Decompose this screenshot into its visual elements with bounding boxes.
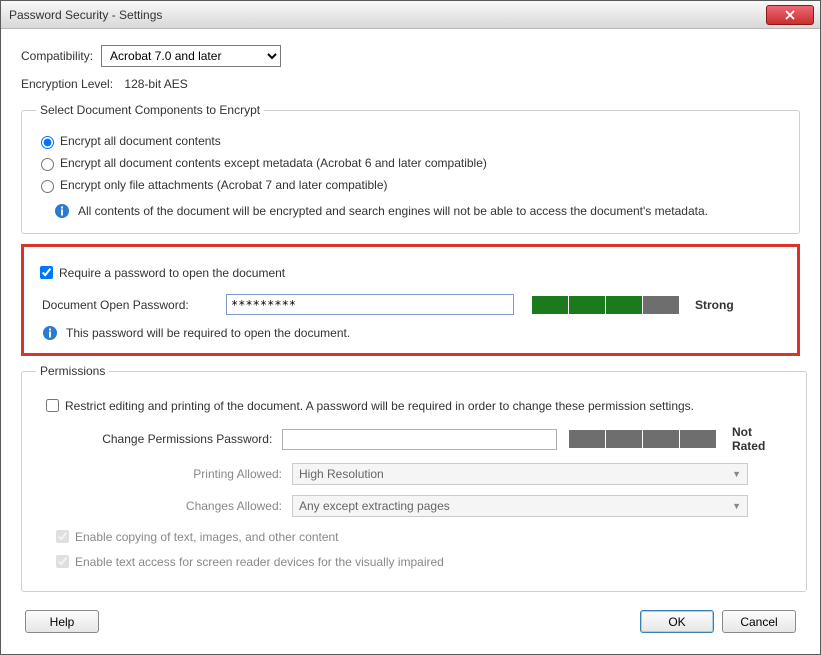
encrypt-components-group: Select Document Components to Encrypt En… <box>21 103 800 234</box>
changes-allowed-row: Changes Allowed: Any except extracting p… <box>42 495 786 517</box>
radio-encrypt-all-label: Encrypt all document contents <box>60 134 221 148</box>
encrypt-info-row: All contents of the document will be enc… <box>54 203 785 219</box>
changes-allowed-value: Any except extracting pages <box>299 499 450 513</box>
dialog-window: Password Security - Settings Compatibili… <box>0 0 821 655</box>
password-strength-label: Strong <box>695 298 734 312</box>
printing-allowed-select[interactable]: High Resolution ▼ <box>292 463 748 485</box>
printing-allowed-row: Printing Allowed: High Resolution ▼ <box>42 463 786 485</box>
enable-screen-reader-check[interactable]: Enable text access for screen reader dev… <box>52 552 786 571</box>
require-open-password-label: Require a password to open the document <box>59 266 285 280</box>
restrict-editing-label: Restrict editing and printing of the doc… <box>65 399 694 413</box>
radio-encrypt-attachments-input[interactable] <box>41 180 54 193</box>
permissions-legend: Permissions <box>36 364 109 378</box>
meter-segment <box>643 430 679 448</box>
meter-segment <box>606 296 642 314</box>
info-icon <box>54 203 70 219</box>
titlebar: Password Security - Settings <box>1 1 820 29</box>
chevron-down-icon: ▼ <box>732 501 741 511</box>
changes-allowed-select[interactable]: Any except extracting pages ▼ <box>292 495 748 517</box>
require-open-password-check[interactable]: Require a password to open the document <box>36 263 785 282</box>
radio-encrypt-except-meta-input[interactable] <box>41 158 54 171</box>
restrict-editing-input[interactable] <box>46 399 59 412</box>
permissions-password-meter <box>569 430 716 448</box>
meter-segment <box>680 430 716 448</box>
printing-allowed-label: Printing Allowed: <box>42 467 292 481</box>
meter-segment <box>569 430 605 448</box>
open-password-info-row: This password will be required to open t… <box>42 325 785 341</box>
change-permissions-password-label: Change Permissions Password: <box>42 432 282 446</box>
open-password-label: Document Open Password: <box>36 298 226 312</box>
encrypt-info-text: All contents of the document will be enc… <box>78 204 708 218</box>
chevron-down-icon: ▼ <box>732 469 741 479</box>
require-open-password-input[interactable] <box>40 266 53 279</box>
close-icon <box>785 10 795 20</box>
permissions-password-rating: Not Rated <box>732 425 786 453</box>
change-permissions-password-row: Change Permissions Password: Not Rated <box>42 425 786 453</box>
compatibility-row: Compatibility: Acrobat 7.0 and later <box>21 45 800 67</box>
meter-segment <box>606 430 642 448</box>
enable-copying-input[interactable] <box>56 530 69 543</box>
change-permissions-password-input[interactable] <box>282 429 557 450</box>
printing-allowed-value: High Resolution <box>299 467 384 481</box>
open-password-input[interactable] <box>226 294 514 315</box>
open-password-row: Document Open Password: Strong <box>36 294 785 315</box>
compatibility-select[interactable]: Acrobat 7.0 and later <box>101 45 281 67</box>
compatibility-label: Compatibility: <box>21 49 93 63</box>
help-button[interactable]: Help <box>25 610 99 633</box>
password-strength-meter <box>532 296 679 314</box>
enable-copying-check[interactable]: Enable copying of text, images, and othe… <box>52 527 786 546</box>
radio-encrypt-except-meta-label: Encrypt all document contents except met… <box>60 156 487 170</box>
enable-screen-reader-label: Enable text access for screen reader dev… <box>75 555 444 569</box>
radio-encrypt-except-meta[interactable]: Encrypt all document contents except met… <box>36 155 785 171</box>
radio-encrypt-all[interactable]: Encrypt all document contents <box>36 133 785 149</box>
encryption-level-row: Encryption Level: 128-bit AES <box>21 77 800 91</box>
restrict-editing-check[interactable]: Restrict editing and printing of the doc… <box>42 396 786 415</box>
window-title: Password Security - Settings <box>9 8 162 22</box>
meter-segment <box>643 296 679 314</box>
dialog-content: Compatibility: Acrobat 7.0 and later Enc… <box>1 29 820 654</box>
enable-copying-label: Enable copying of text, images, and othe… <box>75 530 339 544</box>
meter-segment <box>532 296 568 314</box>
open-password-info-text: This password will be required to open t… <box>66 326 350 340</box>
close-button[interactable] <box>766 5 814 25</box>
radio-encrypt-attachments[interactable]: Encrypt only file attachments (Acrobat 7… <box>36 177 785 193</box>
info-icon <box>42 325 58 341</box>
open-password-section: Require a password to open the document … <box>21 244 800 356</box>
encrypt-components-legend: Select Document Components to Encrypt <box>36 103 264 117</box>
permissions-group: Permissions Restrict editing and printin… <box>21 364 807 592</box>
dialog-footer: Help OK Cancel <box>21 610 800 633</box>
changes-allowed-label: Changes Allowed: <box>42 499 292 513</box>
ok-button[interactable]: OK <box>640 610 714 633</box>
radio-encrypt-attachments-label: Encrypt only file attachments (Acrobat 7… <box>60 178 388 192</box>
encryption-level-label: Encryption Level: <box>21 77 113 91</box>
meter-segment <box>569 296 605 314</box>
radio-encrypt-all-input[interactable] <box>41 136 54 149</box>
cancel-button[interactable]: Cancel <box>722 610 796 633</box>
enable-screen-reader-input[interactable] <box>56 555 69 568</box>
encryption-level-value: 128-bit AES <box>124 77 187 91</box>
